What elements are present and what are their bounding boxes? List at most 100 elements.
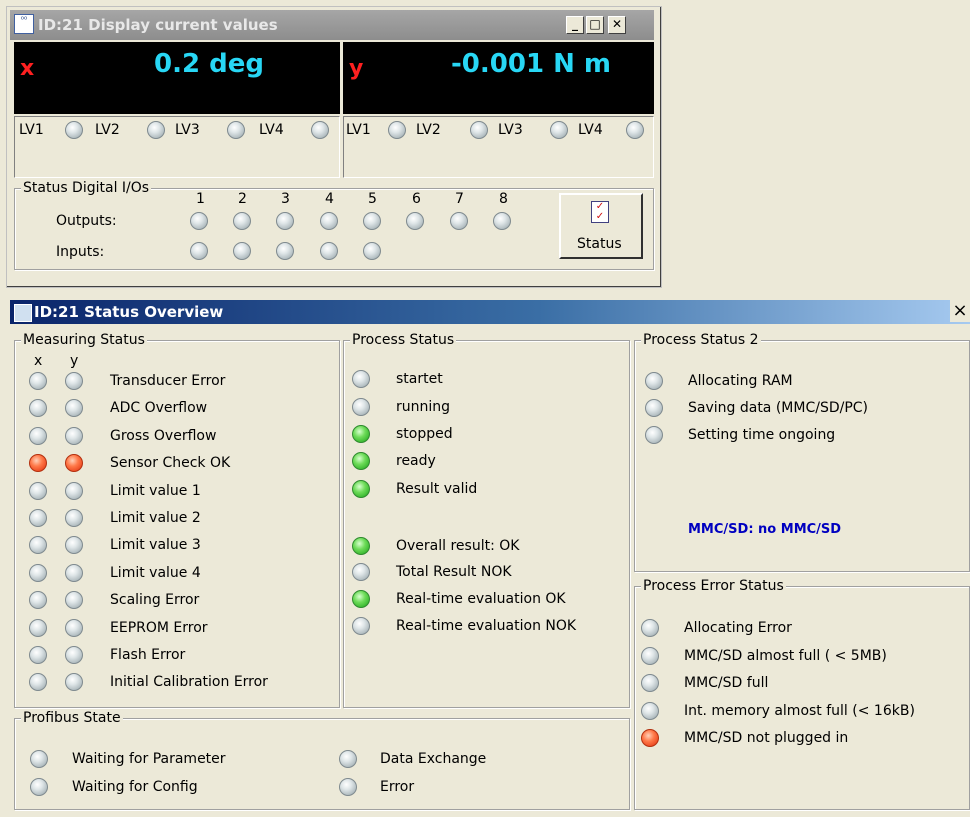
display-window-titlebar[interactable]: ⁰⁰ ID:21 Display current values _ □ ✕ [10,10,654,40]
measuring-status-label: Gross Overflow [110,427,217,444]
measuring-y-led [65,426,83,445]
measuring-x-led [29,481,47,500]
measuring-status-label: Limit value 2 [110,510,201,526]
status-window-titlebar[interactable]: ID:21 Status Overview [10,300,970,324]
profibus-led [30,750,48,768]
process-status-led [352,452,370,470]
input-4-led [320,242,338,260]
y-channel-letter: y [349,56,364,81]
io-number-7: 7 [455,191,464,207]
outputs-label: Outputs: [56,213,117,229]
minimize-button[interactable]: _ [566,16,584,34]
process-status-2-led [645,372,663,390]
process-status-led [352,370,370,388]
measuring-x-led [29,509,47,527]
io-number-3: 3 [281,191,290,207]
lv1-label: LV1 [19,122,44,138]
measuring-y-led [65,618,83,637]
process-error-status-legend: Process Error Status [641,577,786,595]
measuring-x-led [29,426,47,445]
measuring-status-label: Limit value 1 [110,482,201,499]
process-status-label: stopped [396,426,453,442]
io-number-4: 4 [325,191,334,207]
maximize-button[interactable]: □ [586,16,604,34]
measuring-x-led [29,618,47,637]
input-1-led [190,242,208,260]
output-8-led [493,212,511,230]
y-lv1-led [388,121,406,139]
measuring-x-led [29,372,47,390]
x-lv3-led [227,121,245,139]
output-2-led [233,212,251,230]
y-value-display: y -0.001 N m [343,42,654,114]
profibus-label: Waiting for Config [72,779,198,795]
profibus-led [339,778,357,796]
x-lv4-led [311,121,329,139]
output-5-led [363,212,381,230]
process-status-2-label: Setting time ongoing [688,427,836,443]
io-number-1: 1 [196,191,205,207]
measuring-y-led [65,563,83,582]
process-status-legend: Process Status [350,331,457,349]
measuring-status-label: Transducer Error [110,373,226,389]
app-icon: ⁰⁰ [14,14,34,34]
status-button[interactable]: ✓ ✓ Status [559,193,643,259]
y-current-value: -0.001 N m [451,49,611,79]
process-error-led [641,701,659,720]
process-error-label: MMC/SD full [684,675,769,691]
profibus-label: Data Exchange [380,751,487,767]
process-status-2-legend: Process Status 2 [641,331,761,349]
process-status-2-led [645,399,663,417]
process-status-led [352,537,370,555]
measuring-status-label: EEPROM Error [110,619,208,636]
process-error-led [641,674,659,692]
measuring-status-label: Limit value 4 [110,564,201,581]
lv4-label: LV4 [259,122,284,138]
process-status-2-led [645,426,663,444]
measuring-status-legend: Measuring Status [21,331,147,349]
x-limit-panel: LV1 LV2 LV3 LV4 [14,116,340,178]
process-status-led [352,398,370,416]
process-error-label: MMC/SD not plugged in [684,730,849,746]
y-lv4-led [626,121,644,139]
measuring-status-label: ADC Overflow [110,400,208,417]
process-status-led [352,480,370,498]
input-2-led [233,242,251,260]
process-error-label: Allocating Error [684,620,792,636]
mmc-status-text: MMC/SD: no MMC/SD [688,522,842,537]
output-4-led [320,212,338,230]
x-lv1-led [65,121,83,139]
lv2-label: LV2 [95,122,120,138]
status-window-title: ID:21 Status Overview [34,303,224,321]
process-status-2-label: Allocating RAM [688,373,793,389]
process-status-label: Real-time evaluation NOK [396,618,577,634]
y-lv3-led [550,121,568,139]
process-status-label: Overall result: OK [396,538,520,554]
measuring-status-label: Initial Calibration Error [110,674,268,691]
status-button-label: Status [577,236,622,252]
close-icon[interactable]: × [950,300,970,322]
lv3-label: LV3 [175,122,200,138]
app-icon [14,304,32,322]
measuring-status-label: Scaling Error [110,592,200,609]
process-status-led [352,590,370,608]
column-x-label: x [34,353,43,369]
profibus-label: Error [380,779,415,795]
measuring-y-led [65,481,83,500]
process-status-label: running [396,399,451,415]
profibus-led [30,778,48,796]
measuring-x-led [29,563,47,582]
process-error-label: MMC/SD almost full ( < 5MB) [684,647,887,664]
io-number-2: 2 [238,191,247,207]
io-number-8: 8 [499,191,508,207]
lv2-label: LV2 [416,122,441,138]
measuring-status-label: Limit value 3 [110,537,201,554]
measuring-y-led [65,509,83,527]
x-current-value: 0.2 deg [154,49,264,79]
process-error-led [641,729,659,747]
lv3-label: LV3 [498,122,523,138]
measuring-status-label: Sensor Check OK [110,455,231,472]
close-button[interactable]: ✕ [608,16,626,34]
process-status-led [352,563,370,581]
process-error-label: Int. memory almost full (< 16kB) [684,702,915,719]
